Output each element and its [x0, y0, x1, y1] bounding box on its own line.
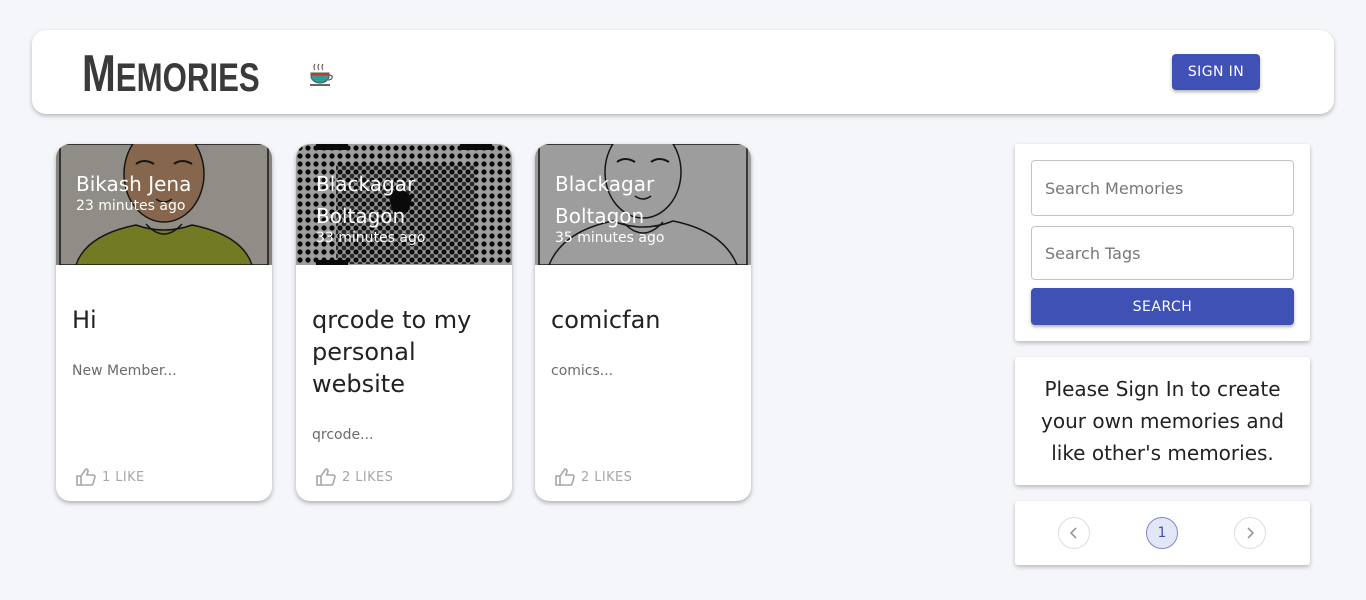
like-button[interactable]: 2 LIKES	[555, 466, 632, 488]
like-count: 2 LIKES	[342, 469, 394, 485]
search-panel: SEARCH	[1015, 144, 1310, 341]
post-time: 35 minutes ago	[555, 230, 665, 246]
post-message: New Member...	[72, 363, 177, 379]
brand-title[interactable]: MEMORIES	[82, 48, 260, 102]
post-message: qrcode...	[312, 427, 374, 443]
post-title: Hi	[72, 306, 97, 334]
search-button[interactable]: SEARCH	[1031, 288, 1294, 325]
coffee-cup-icon	[310, 63, 333, 86]
search-tags-input[interactable]	[1031, 226, 1294, 280]
post-creator: Blackagar Boltagon	[555, 172, 655, 228]
like-count: 1 LIKE	[102, 469, 145, 485]
post-creator: Bikash Jena	[76, 172, 192, 196]
post-card[interactable]: Blackagar Boltagon 35 minutes ago comicf…	[535, 144, 751, 501]
post-card[interactable]: Blackagar Boltagon 33 minutes ago qrcode…	[296, 144, 512, 501]
thumb-up-icon	[316, 468, 336, 486]
post-card[interactable]: Bikash Jena 23 minutes ago Hi New Member…	[56, 144, 272, 501]
sign-in-notice: Please Sign In to create your own memori…	[1015, 357, 1310, 485]
post-creator: Blackagar Boltagon	[316, 172, 416, 228]
post-message: comics...	[551, 363, 614, 379]
post-time: 23 minutes ago	[76, 198, 186, 214]
like-button[interactable]: 2 LIKES	[316, 466, 393, 488]
post-title: comicfan	[551, 306, 661, 334]
chevron-left-icon	[1069, 527, 1077, 539]
sign-in-notice-text: Please Sign In to create your own memori…	[1041, 377, 1284, 465]
page-button-current[interactable]: 1	[1146, 517, 1178, 549]
sign-in-button[interactable]: SIGN IN	[1172, 54, 1260, 90]
thumb-up-icon	[555, 468, 575, 486]
pagination: 1	[1015, 501, 1310, 565]
thumb-up-icon	[76, 468, 96, 486]
search-memories-input[interactable]	[1031, 160, 1294, 216]
like-button[interactable]: 1 LIKE	[76, 466, 145, 488]
post-time: 33 minutes ago	[316, 230, 426, 246]
chevron-right-icon	[1247, 527, 1255, 539]
next-page-button[interactable]	[1234, 517, 1266, 549]
prev-page-button[interactable]	[1058, 517, 1090, 549]
post-title: qrcode to my personal website	[312, 306, 472, 398]
like-count: 2 LIKES	[581, 469, 633, 485]
